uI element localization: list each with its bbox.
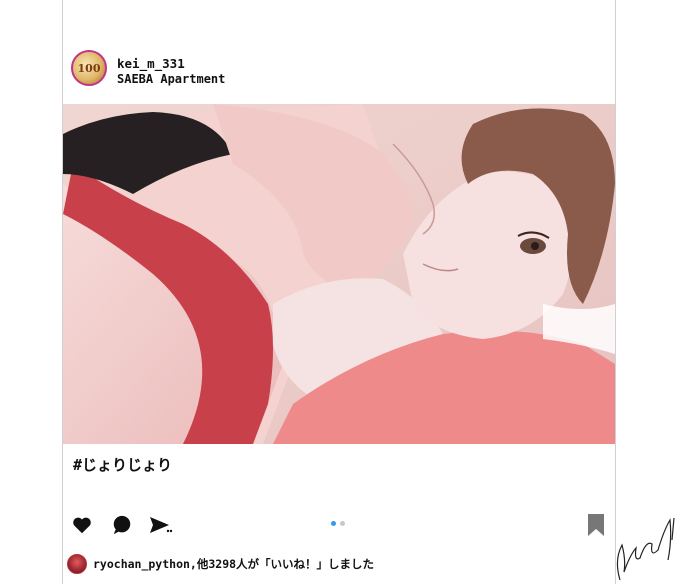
post-card: 100 kei_m_331 SAEBA Apartment #じょりじょり ry… [62,0,616,584]
carousel-dot-1[interactable] [331,521,336,526]
comment-icon[interactable] [109,512,135,538]
artist-signature [616,517,675,581]
post-caption: #じょりじょり [73,456,173,474]
profile-avatar[interactable]: 100 [71,50,107,86]
heart-icon[interactable] [69,512,95,538]
illustration [63,104,615,444]
post-image[interactable] [63,104,615,444]
post-header: 100 kei_m_331 SAEBA Apartment [71,50,471,90]
carousel-indicator [331,521,345,526]
action-bar [63,512,615,548]
liker-avatar[interactable] [67,554,87,574]
likes-text[interactable]: ryochan_python,他3298人が「いいね！」しました [93,556,374,572]
likes-row: ryochan_python,他3298人が「いいね！」しました [67,553,374,575]
carousel-dot-2[interactable] [340,521,345,526]
bookmark-icon[interactable] [583,512,609,538]
location-tag[interactable]: SAEBA Apartment [117,72,225,86]
share-icon[interactable] [147,512,173,538]
avatar-badge-text: 100 [77,61,101,75]
username[interactable]: kei_m_331 [117,56,185,71]
